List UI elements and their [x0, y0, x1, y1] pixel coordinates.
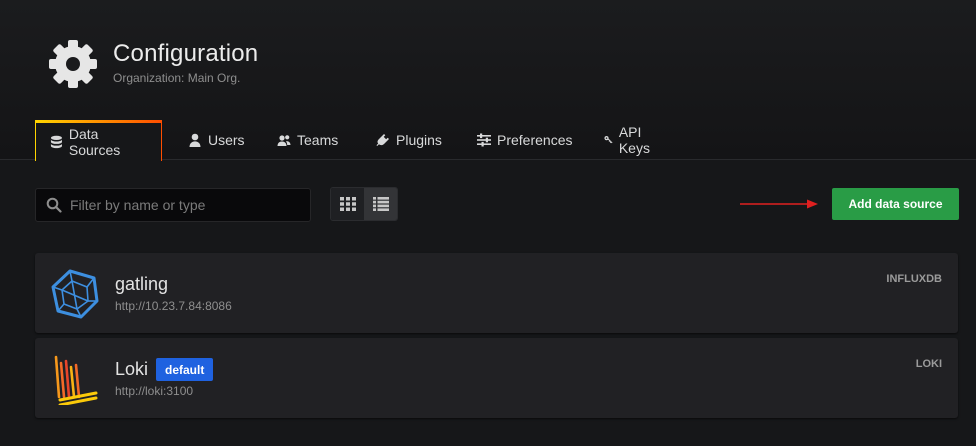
page-header: Configuration Organization: Main Org. Da…	[0, 0, 976, 161]
datasource-card[interactable]: Loki default http://loki:3100 LOKI	[35, 338, 958, 418]
datasource-type: LOKI	[915, 358, 942, 370]
tab-plugins[interactable]: Plugins	[362, 120, 456, 160]
tab-label: Preferences	[497, 132, 573, 148]
page-title: Configuration	[113, 40, 259, 67]
datasource-type: INFLUXDB	[886, 273, 942, 285]
database-icon	[50, 135, 62, 149]
tab-label: Teams	[297, 132, 339, 148]
tab-data-sources[interactable]: Data Sources	[35, 120, 162, 161]
tab-label: Users	[208, 132, 245, 148]
loki-logo	[54, 355, 98, 405]
search-icon	[46, 197, 62, 213]
page-subtitle: Organization: Main Org.	[113, 71, 241, 85]
tab-teams[interactable]: Teams	[263, 120, 352, 160]
grid-icon	[339, 197, 356, 211]
add-data-source-button[interactable]: Add data source	[832, 188, 959, 220]
datasource-name: Loki	[115, 359, 149, 379]
list-icon	[372, 197, 389, 211]
datasource-card[interactable]: gatling http://10.23.7.84:8086 INFLUXDB	[35, 253, 958, 333]
key-icon	[604, 136, 613, 144]
annotation-arrow	[740, 199, 818, 209]
list-view-button[interactable]	[364, 188, 397, 220]
datasource-url: http://10.23.7.84:8086	[115, 299, 232, 313]
gear-icon	[49, 40, 97, 88]
view-mode-toggle	[330, 187, 398, 221]
tab-api-keys[interactable]: API Keys	[590, 120, 669, 160]
user-icon	[189, 133, 201, 147]
tab-label: Data Sources	[68, 126, 121, 158]
filter-input[interactable]	[70, 197, 300, 213]
sliders-icon	[477, 133, 491, 147]
tab-preferences[interactable]: Preferences	[463, 120, 586, 160]
grid-view-button[interactable]	[331, 188, 364, 220]
datasource-url: http://loki:3100	[115, 384, 194, 398]
plug-icon	[376, 134, 389, 146]
default-badge: default	[156, 358, 214, 381]
filter-box	[35, 188, 311, 222]
tab-label: API Keys	[618, 124, 650, 156]
users-icon	[277, 135, 291, 146]
datasource-name: gatling	[115, 274, 169, 294]
tab-users[interactable]: Users	[174, 120, 259, 160]
influxdb-logo	[51, 269, 99, 319]
tab-label: Plugins	[396, 132, 442, 148]
